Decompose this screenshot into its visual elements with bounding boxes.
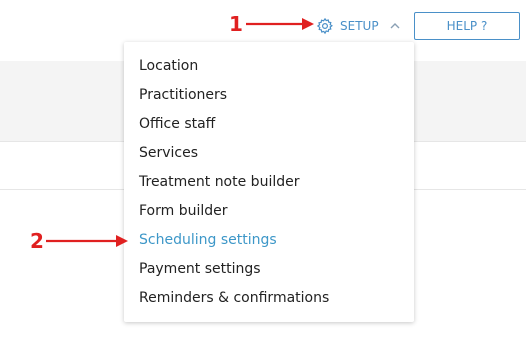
gear-icon [316, 17, 333, 35]
menu-item-practitioners[interactable]: Practitioners [124, 81, 414, 110]
setup-button[interactable]: SETUP [316, 14, 401, 38]
menu-item-location[interactable]: Location [124, 52, 414, 81]
menu-item-payment-settings[interactable]: Payment settings [124, 255, 414, 284]
annotation-step-1: 1 [229, 12, 243, 36]
menu-item-form-builder[interactable]: Form builder [124, 197, 414, 226]
chevron-up-icon [390, 23, 400, 29]
help-button[interactable]: HELP ? [414, 12, 520, 40]
menu-item-services[interactable]: Services [124, 139, 414, 168]
menu-item-office-staff[interactable]: Office staff [124, 110, 414, 139]
arrow-right-icon [46, 235, 128, 247]
menu-item-treatment-note-builder[interactable]: Treatment note builder [124, 168, 414, 197]
annotation-step-2: 2 [30, 229, 44, 253]
setup-dropdown-menu: Location Practitioners Office staff Serv… [124, 42, 414, 322]
arrow-right-icon [246, 18, 314, 30]
menu-item-reminders-confirmations[interactable]: Reminders & confirmations [124, 284, 414, 313]
menu-item-scheduling-settings[interactable]: Scheduling settings [124, 226, 414, 255]
setup-label: SETUP [340, 19, 379, 33]
